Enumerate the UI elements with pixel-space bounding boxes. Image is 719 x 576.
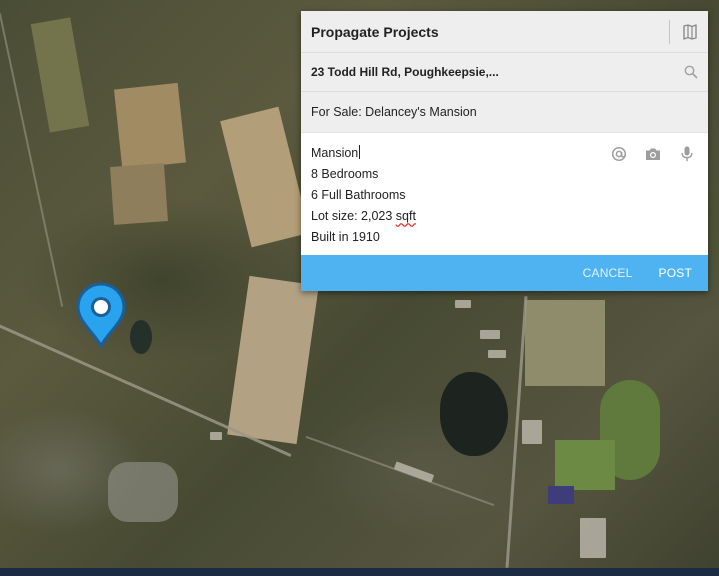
map-field — [555, 440, 615, 490]
text-caret — [359, 145, 361, 159]
map-pond — [440, 372, 508, 456]
post-button[interactable]: POST — [659, 266, 692, 280]
subject-value: For Sale: Delancey's Mansion — [311, 105, 477, 119]
subject-field[interactable]: For Sale: Delancey's Mansion — [301, 92, 708, 133]
card-header: Propagate Projects — [301, 11, 708, 53]
map-building — [210, 432, 222, 440]
action-bar: CANCEL POST — [301, 255, 708, 291]
map-building — [455, 300, 471, 308]
cancel-button[interactable]: CANCEL — [583, 266, 633, 280]
post-body-textarea[interactable]: Mansion 8 Bedrooms 6 Full Bathrooms Lot … — [301, 133, 708, 255]
map-building — [488, 350, 506, 358]
post-card: Propagate Projects 23 Todd Hill Rd, Poug… — [301, 11, 708, 291]
map-field — [113, 82, 187, 170]
map-building — [580, 518, 606, 558]
map-building — [480, 330, 500, 339]
body-line-text: Lot size: 2,023 — [311, 209, 396, 223]
map-field — [525, 300, 605, 386]
header-divider — [669, 19, 670, 44]
body-line: 8 Bedrooms — [311, 167, 379, 181]
composer-tools — [610, 145, 696, 163]
search-icon[interactable] — [684, 65, 698, 79]
map-field — [30, 17, 90, 133]
body-line: 6 Full Bathrooms — [311, 188, 406, 202]
misspelled-word[interactable]: sqft — [396, 209, 416, 223]
map-icon[interactable] — [682, 23, 698, 40]
map-building — [522, 420, 542, 444]
at-icon[interactable] — [610, 145, 628, 163]
bottom-bar — [0, 568, 719, 576]
map-pond — [130, 320, 152, 354]
camera-icon[interactable] — [644, 145, 662, 163]
map-field — [220, 106, 310, 248]
map-field — [548, 486, 574, 504]
map-field — [108, 462, 178, 522]
address-value: 23 Todd Hill Rd, Poughkeepsie,... — [311, 65, 499, 79]
microphone-icon[interactable] — [678, 145, 696, 163]
location-pin-icon[interactable] — [74, 282, 128, 350]
body-line: Built in 1910 — [311, 230, 380, 244]
body-line-text: Mansion — [311, 146, 359, 160]
address-field[interactable]: 23 Todd Hill Rd, Poughkeepsie,... — [301, 53, 708, 92]
body-line: Lot size: 2,023 sqft — [311, 206, 698, 227]
page-title: Propagate Projects — [311, 23, 439, 40]
map-field — [110, 163, 168, 225]
map-field — [227, 275, 319, 445]
